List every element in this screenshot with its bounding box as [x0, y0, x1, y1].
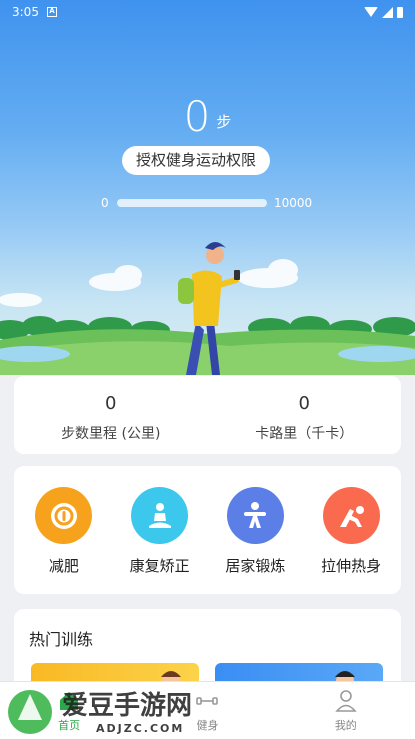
stretch-icon: [322, 487, 380, 544]
nav-label-home: 首页: [58, 719, 81, 732]
progress-min-label: 0: [101, 196, 109, 210]
hot-training-title: 热门训练: [29, 630, 94, 649]
exercise-icon: [226, 487, 284, 544]
category-rehab[interactable]: 康复矫正: [114, 466, 206, 594]
step-counter: 0步: [0, 92, 415, 141]
category-home-workout[interactable]: 居家锻炼: [209, 466, 301, 594]
fitness-icon: [138, 687, 276, 715]
category-card: 减肥 康复矫正 居家锻炼 拉伸热身: [14, 466, 401, 594]
calories-stat: 0 卡路里（千卡）: [208, 376, 402, 454]
wifi-icon: [364, 7, 378, 17]
nav-profile[interactable]: 我的: [277, 682, 415, 739]
home-icon: [0, 687, 138, 715]
category-weight-loss[interactable]: 减肥: [18, 466, 110, 594]
notification-a-icon: A: [46, 7, 57, 17]
scale-icon: [35, 487, 93, 544]
status-time: 3:05: [12, 5, 39, 19]
stats-card: 0 步数里程 (公里) 0 卡路里（千卡）: [14, 376, 401, 454]
hero-banner: 0步 授权健身运动权限 0 10000: [0, 0, 415, 375]
status-bar: 3:05 A: [0, 0, 415, 24]
calories-label: 卡路里（千卡）: [255, 426, 354, 442]
park-scene-illustration: [0, 242, 415, 375]
step-count-unit: 步: [216, 113, 232, 131]
signal-icon: [382, 6, 393, 18]
authorize-fitness-button[interactable]: 授权健身运动权限: [122, 146, 270, 175]
nav-label-fitness: 健身: [196, 719, 219, 732]
meditation-icon: [131, 487, 189, 544]
progress-max-label: 10000: [274, 196, 313, 210]
distance-label: 步数里程 (公里): [61, 426, 161, 442]
distance-stat: 0 步数里程 (公里): [14, 376, 208, 454]
battery-icon: [397, 6, 403, 18]
nav-label-profile: 我的: [334, 719, 357, 732]
category-label: 居家锻炼: [225, 557, 286, 575]
bottom-navigation: 首页 健身 我的: [0, 681, 415, 739]
category-label: 拉伸热身: [321, 557, 382, 575]
category-stretch[interactable]: 拉伸热身: [305, 466, 397, 594]
nav-home[interactable]: 首页: [0, 682, 138, 739]
step-goal-progress: 0 10000: [0, 196, 415, 210]
category-label: 康复矫正: [129, 557, 190, 575]
nav-fitness[interactable]: 健身: [138, 682, 276, 739]
progress-track: [117, 199, 267, 207]
category-label: 减肥: [48, 557, 79, 575]
profile-icon: [277, 687, 415, 715]
calories-value: 0: [298, 393, 310, 414]
distance-value: 0: [105, 393, 117, 414]
hot-training-section: 热门训练: [14, 609, 401, 689]
step-count-value: 0: [183, 92, 211, 141]
